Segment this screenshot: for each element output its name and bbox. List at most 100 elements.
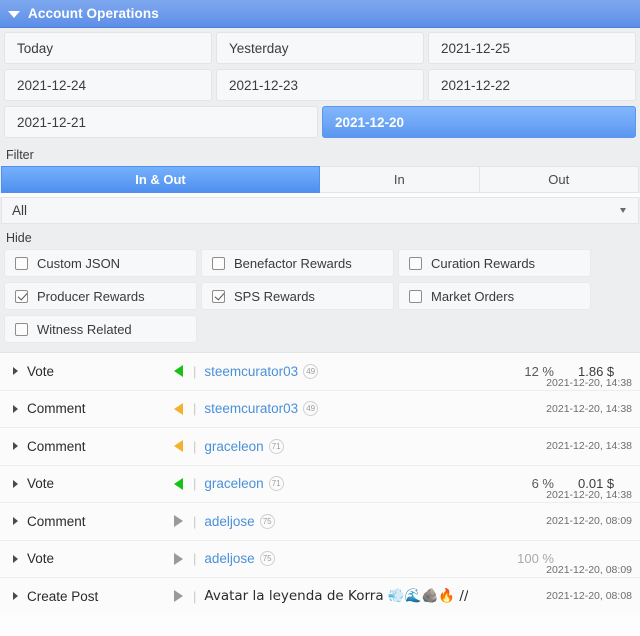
hide-label: Hide <box>0 228 640 249</box>
direction-out-icon <box>167 590 189 603</box>
expand-caret-icon[interactable] <box>13 479 18 488</box>
divider: | <box>193 438 197 454</box>
date-button-today[interactable]: Today <box>4 32 212 64</box>
divider: | <box>193 551 197 567</box>
vote-percent: 6 % <box>531 476 554 492</box>
operation-timestamp: 2021-12-20, 14:38 <box>546 402 632 415</box>
date-selector: Today Yesterday 2021-12-25 2021-12-24 20… <box>0 28 640 145</box>
reputation-badge: 49 <box>303 363 319 379</box>
divider: | <box>193 401 197 417</box>
date-button-2021-12-23[interactable]: 2021-12-23 <box>216 69 424 101</box>
checkbox-label: Custom JSON <box>37 255 121 271</box>
account-link[interactable]: steemcurator03 <box>204 364 298 379</box>
expand-caret-icon[interactable] <box>13 367 18 376</box>
operation-type: Vote <box>27 476 55 492</box>
filter-segment-in-and-out[interactable]: In & Out <box>1 166 320 193</box>
date-button-yesterday[interactable]: Yesterday <box>216 32 424 64</box>
checkbox-producer-rewards[interactable]: Producer Rewards <box>4 282 197 310</box>
operation-type: Vote <box>27 363 55 379</box>
operation-type-select-value: All <box>12 203 28 218</box>
reputation-badge: 75 <box>259 551 275 567</box>
operation-type: Comment <box>27 438 86 454</box>
date-button-2021-12-25[interactable]: 2021-12-25 <box>428 32 636 64</box>
table-row[interactable]: Vote | adeljose 75 100 % 2021-12-20, 08:… <box>0 539 640 577</box>
checkbox-checked-icon[interactable] <box>15 289 28 303</box>
date-button-2021-12-24[interactable]: 2021-12-24 <box>4 69 212 101</box>
date-row: 2021-12-24 2021-12-23 2021-12-22 <box>4 69 636 101</box>
filter-segment-in[interactable]: In <box>320 166 480 193</box>
expand-caret-icon[interactable] <box>13 554 18 563</box>
operation-target: graceleon 71 <box>204 438 468 454</box>
caret-down-icon[interactable] <box>8 10 20 18</box>
reputation-badge: 75 <box>259 513 275 529</box>
account-link[interactable]: steemcurator03 <box>204 401 298 416</box>
divider: | <box>193 476 197 492</box>
operation-type: Vote <box>27 551 55 567</box>
account-link[interactable]: adeljose <box>204 551 254 566</box>
direction-in-icon <box>167 365 189 378</box>
checkbox-icon[interactable] <box>409 289 422 303</box>
table-row[interactable]: Comment | adeljose 75 2021-12-20, 08:09 <box>0 502 640 540</box>
account-link[interactable]: graceleon <box>204 476 263 491</box>
operation-type-select[interactable]: All <box>1 197 639 224</box>
operation-target: adeljose 75 <box>204 551 468 567</box>
checkbox-sps-rewards[interactable]: SPS Rewards <box>201 282 394 310</box>
operation-type: Comment <box>27 513 86 529</box>
checkbox-benefactor-rewards[interactable]: Benefactor Rewards <box>201 249 394 277</box>
vote-percent: 12 % <box>524 363 554 379</box>
account-link[interactable]: adeljose <box>204 514 254 529</box>
reputation-badge: 71 <box>268 476 284 492</box>
date-button-2021-12-22[interactable]: 2021-12-22 <box>428 69 636 101</box>
checkbox-label: Witness Related <box>37 321 132 337</box>
post-title[interactable]: Avatar la leyenda de Korra 💨🌊🪨🔥 // ... <box>204 588 468 604</box>
account-operations-panel: Account Operations Today Yesterday 2021-… <box>0 0 640 636</box>
panel-header[interactable]: Account Operations <box>0 0 640 28</box>
operation-target: Avatar la leyenda de Korra 💨🌊🪨🔥 // ... <box>204 588 468 604</box>
date-button-2021-12-20[interactable]: 2021-12-20 <box>322 106 636 138</box>
checkbox-label: Benefactor Rewards <box>234 255 352 271</box>
operation-type: Comment <box>27 401 86 417</box>
checkbox-market-orders[interactable]: Market Orders <box>398 282 591 310</box>
direction-in-icon <box>167 402 189 415</box>
direction-out-icon <box>167 552 189 565</box>
checkbox-custom-json[interactable]: Custom JSON <box>4 249 197 277</box>
page-title: Account Operations <box>28 6 159 21</box>
expand-caret-icon[interactable] <box>13 592 18 601</box>
checkbox-witness-related[interactable]: Witness Related <box>4 315 197 343</box>
filter-label: Filter <box>0 145 640 166</box>
operation-timestamp: 2021-12-20, 08:09 <box>546 564 632 576</box>
operation-timestamp: 2021-12-20, 08:08 <box>546 590 632 603</box>
expand-caret-icon[interactable] <box>13 517 18 526</box>
checkbox-checked-icon[interactable] <box>212 289 225 303</box>
checkbox-label: Producer Rewards <box>37 288 145 304</box>
account-link[interactable]: graceleon <box>204 439 263 454</box>
operation-timestamp: 2021-12-20, 14:38 <box>546 489 632 501</box>
checkbox-curation-rewards[interactable]: Curation Rewards <box>398 249 591 277</box>
checkbox-icon[interactable] <box>409 256 422 270</box>
filter-segment-out[interactable]: Out <box>479 166 639 193</box>
divider: | <box>193 513 197 529</box>
reputation-badge: 71 <box>268 438 284 454</box>
table-row[interactable]: Vote | graceleon 71 6 % 0.01 $ 2021-12-2… <box>0 464 640 502</box>
date-row: 2021-12-21 2021-12-20 <box>4 106 636 138</box>
chevron-down-icon[interactable] <box>620 208 626 213</box>
expand-caret-icon[interactable] <box>13 442 18 451</box>
operation-timestamp: 2021-12-20, 14:38 <box>546 376 632 389</box>
checkbox-label: Curation Rewards <box>431 255 536 271</box>
operation-target: steemcurator03 49 <box>204 363 468 379</box>
table-row[interactable]: Create Post | Avatar la leyenda de Korra… <box>0 577 640 615</box>
date-button-2021-12-21[interactable]: 2021-12-21 <box>4 106 318 138</box>
operation-target: steemcurator03 49 <box>204 401 468 417</box>
table-row[interactable]: Vote | steemcurator03 49 12 % 1.86 $ 202… <box>0 352 640 390</box>
checkbox-icon[interactable] <box>15 322 28 336</box>
checkbox-icon[interactable] <box>212 256 225 270</box>
table-row[interactable]: Comment | graceleon 71 2021-12-20, 14:38 <box>0 427 640 465</box>
expand-caret-icon[interactable] <box>13 404 18 413</box>
checkbox-label: SPS Rewards <box>234 288 315 304</box>
operation-target: adeljose 75 <box>204 513 468 529</box>
direction-out-icon <box>167 515 189 528</box>
table-row[interactable]: Comment | steemcurator03 49 2021-12-20, … <box>0 389 640 427</box>
checkbox-icon[interactable] <box>15 256 28 270</box>
